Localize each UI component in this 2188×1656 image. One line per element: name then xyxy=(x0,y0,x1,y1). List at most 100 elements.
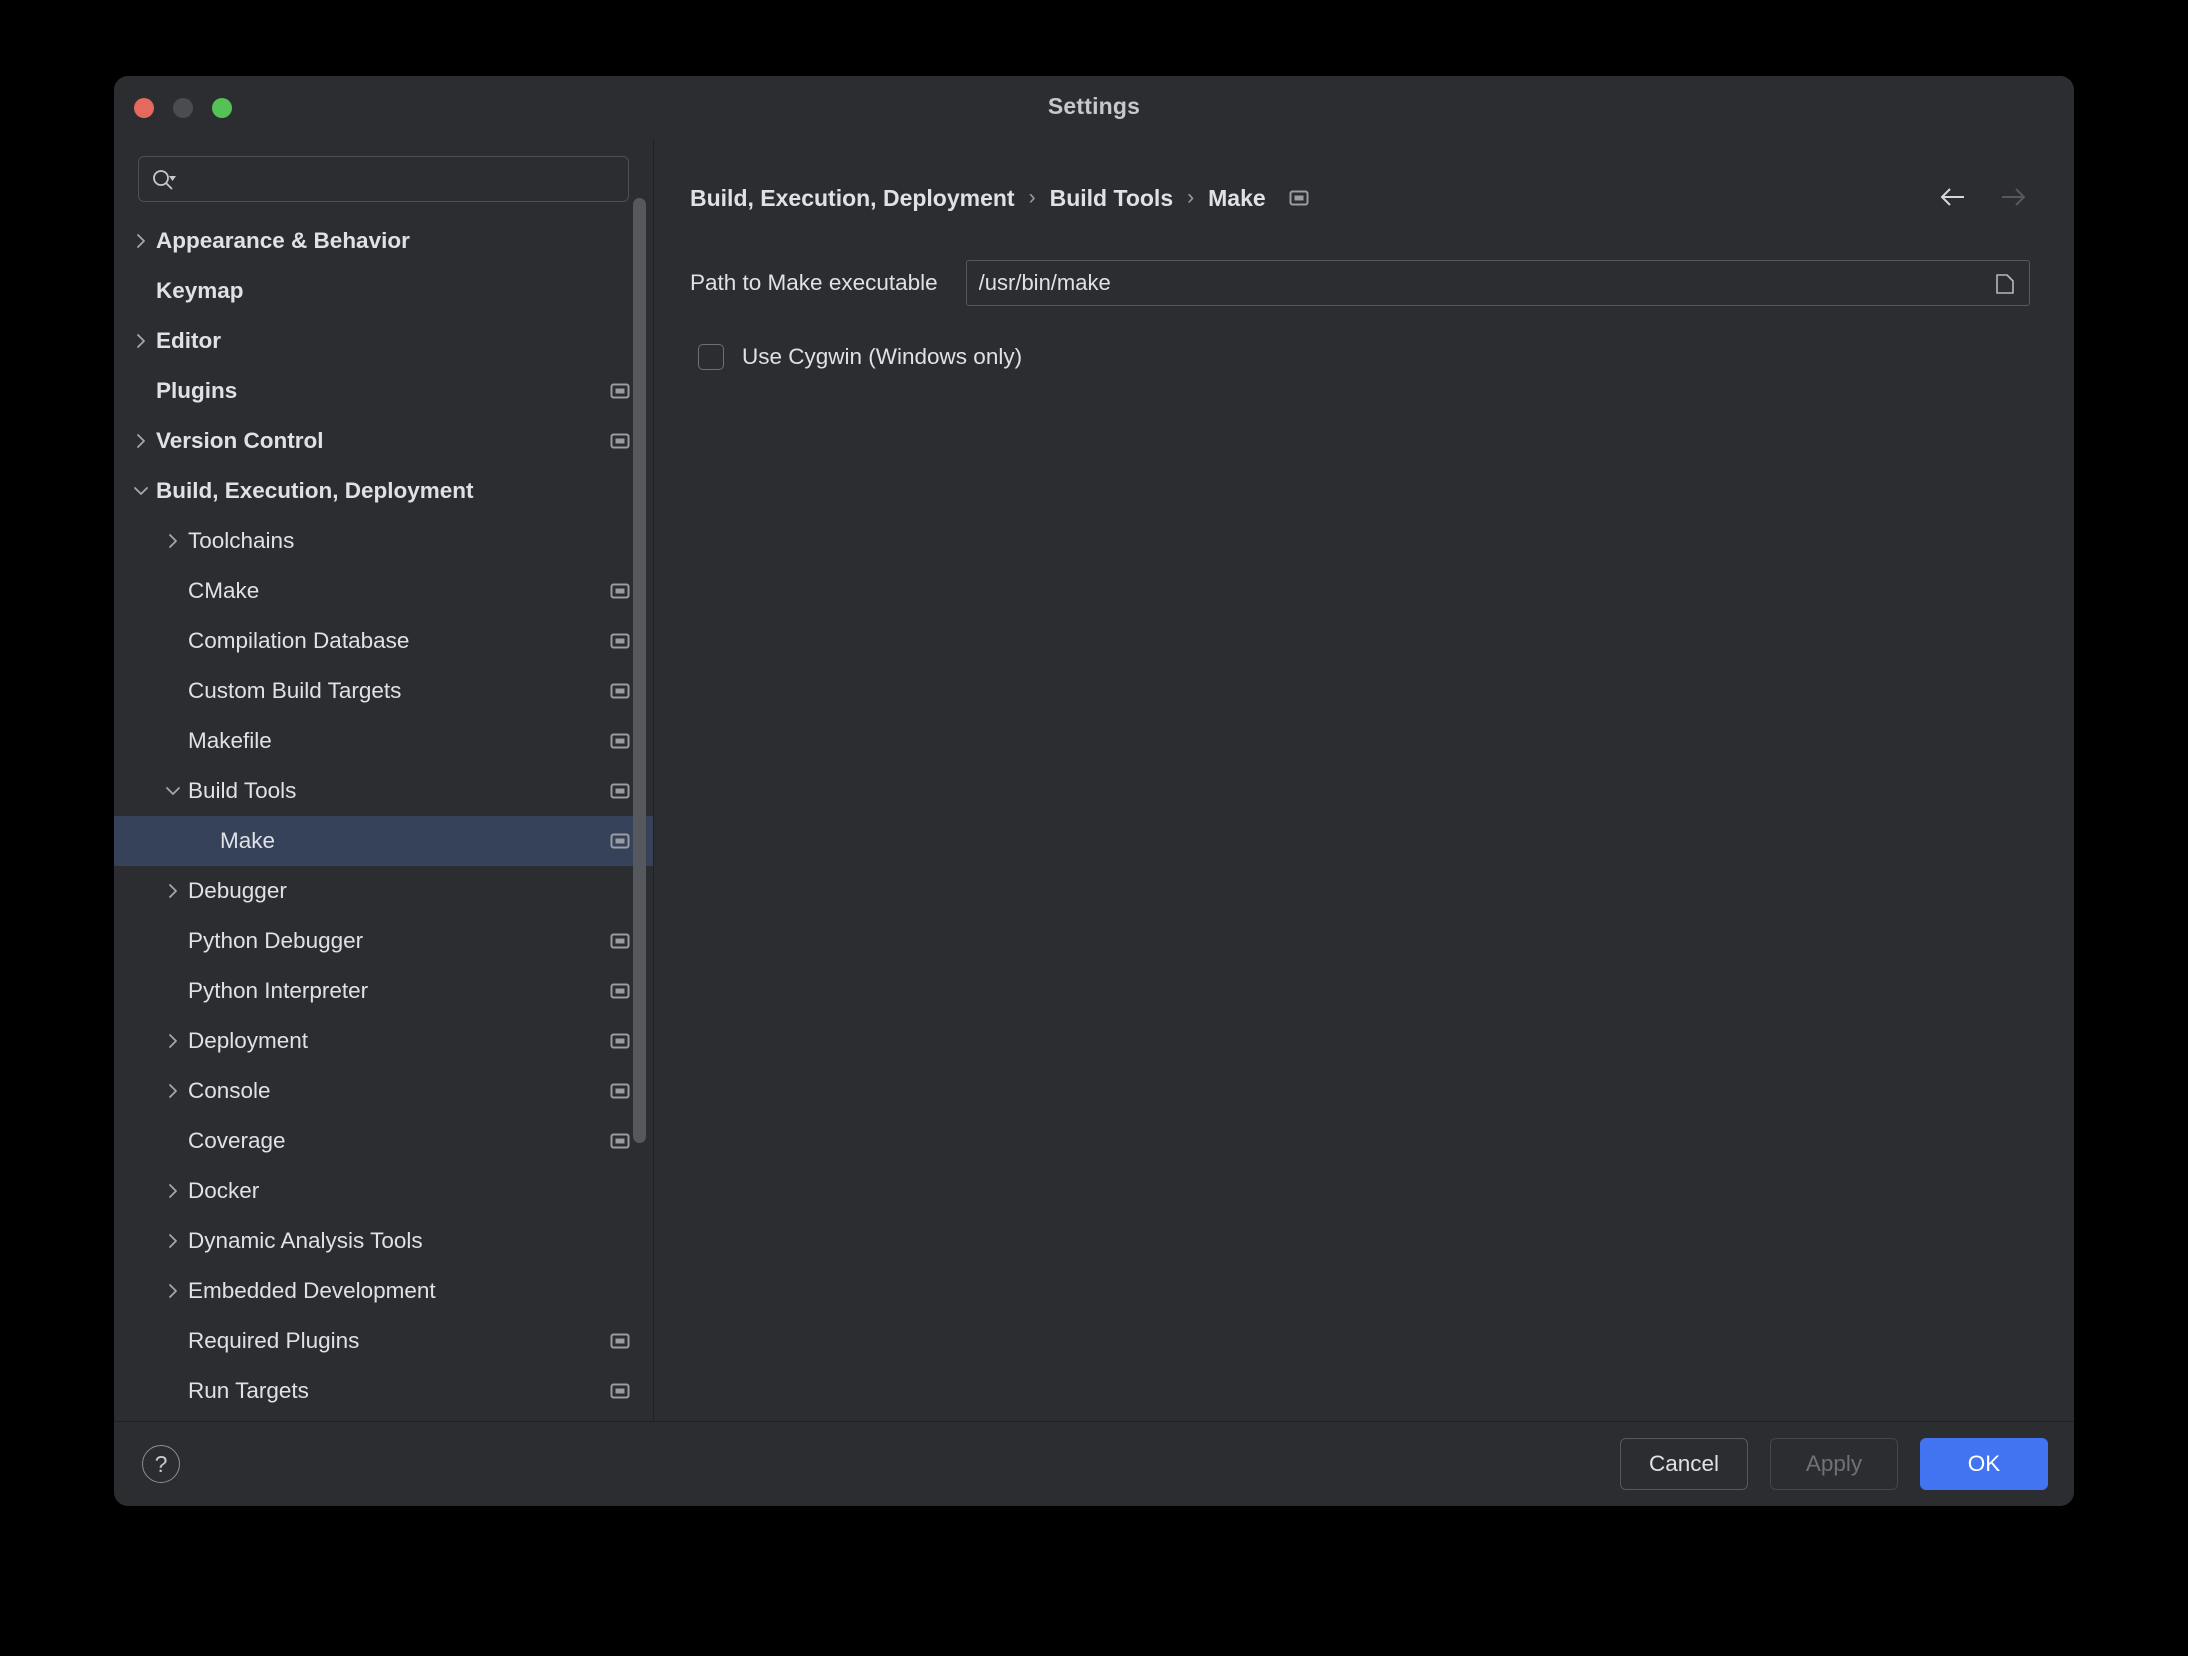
project-scope-badge-icon xyxy=(1288,187,1310,209)
chevron-right-icon[interactable] xyxy=(158,1082,188,1100)
project-scope-badge-icon xyxy=(609,430,631,452)
sidebar-item-label: Debugger xyxy=(188,878,287,903)
sidebar-item-label: Compilation Database xyxy=(188,628,410,653)
path-to-make-input[interactable]: /usr/bin/make xyxy=(965,260,2030,306)
sidebar-item-editor[interactable]: Editor xyxy=(114,316,653,366)
path-to-make-row: Path to Make executable /usr/bin/make xyxy=(690,260,2030,306)
sidebar-item-embedded-development[interactable]: Embedded Development xyxy=(114,1266,653,1316)
sidebar-item-label: Keymap xyxy=(156,278,244,303)
sidebar-item-build-execution-deployment[interactable]: Build, Execution, Deployment xyxy=(114,466,653,516)
sidebar-item-cmake[interactable]: CMake xyxy=(114,566,653,616)
project-scope-badge-icon xyxy=(609,730,631,752)
sidebar-item-python-interpreter[interactable]: Python Interpreter xyxy=(114,966,653,1016)
sidebar-item-console[interactable]: Console xyxy=(114,1066,653,1116)
chevron-right-icon[interactable] xyxy=(158,1232,188,1250)
sidebar-item-appearance-behavior[interactable]: Appearance & Behavior xyxy=(114,216,653,266)
project-scope-badge-icon xyxy=(609,580,631,602)
breadcrumb-item-0[interactable]: Build, Execution, Deployment xyxy=(690,185,1015,212)
use-cygwin-row[interactable]: Use Cygwin (Windows only) xyxy=(698,344,2030,370)
project-scope-badge-icon xyxy=(609,1330,631,1352)
project-scope-badge-icon xyxy=(609,830,631,852)
sidebar-item-build-tools[interactable]: Build Tools xyxy=(114,766,653,816)
sidebar-item-label: Makefile xyxy=(188,728,272,753)
use-cygwin-checkbox[interactable] xyxy=(698,344,724,370)
sidebar-item-label: Version Control xyxy=(156,428,324,453)
sidebar-item-label: Editor xyxy=(156,328,221,353)
ok-button[interactable]: OK xyxy=(1920,1438,2048,1490)
sidebar-item-label: Appearance & Behavior xyxy=(156,228,410,253)
project-scope-badge-icon xyxy=(609,930,631,952)
navigation-arrows xyxy=(1936,180,2030,214)
sidebar-item-label: Make xyxy=(220,828,276,853)
project-scope-badge-icon xyxy=(609,1080,631,1102)
sidebar-item-compilation-database[interactable]: Compilation Database xyxy=(114,616,653,666)
project-scope-badge-icon xyxy=(609,1030,631,1052)
sidebar-item-plugins[interactable]: Plugins xyxy=(114,366,653,416)
breadcrumb: Build, Execution, Deployment › Build Too… xyxy=(690,178,2030,218)
sidebar-item-label: Embedded Development xyxy=(188,1278,436,1303)
chevron-down-icon[interactable] xyxy=(158,782,188,800)
project-scope-badge-icon xyxy=(609,1380,631,1402)
breadcrumb-item-1[interactable]: Build Tools xyxy=(1050,185,1174,212)
sidebar-item-label: Python Interpreter xyxy=(188,978,369,1003)
cancel-button[interactable]: Cancel xyxy=(1620,1438,1748,1490)
sidebar-item-debugger[interactable]: Debugger xyxy=(114,866,653,916)
sidebar-item-dynamic-analysis-tools[interactable]: Dynamic Analysis Tools xyxy=(114,1216,653,1266)
breadcrumb-item-2[interactable]: Make xyxy=(1208,185,1266,212)
sidebar-item-label: Dynamic Analysis Tools xyxy=(188,1228,423,1253)
sidebar-item-docker[interactable]: Docker xyxy=(114,1166,653,1216)
sidebar-item-label: Build, Execution, Deployment xyxy=(156,478,474,503)
sidebar-item-python-debugger[interactable]: Python Debugger xyxy=(114,916,653,966)
sidebar-item-version-control[interactable]: Version Control xyxy=(114,416,653,466)
project-scope-badge-icon xyxy=(609,680,631,702)
dialog-body: Appearance & Behavior Keymap Editor Plugins… xyxy=(114,138,2074,1422)
sidebar-item-label: Toolchains xyxy=(188,528,295,553)
folder-icon[interactable] xyxy=(1993,272,2017,296)
settings-sidebar: Appearance & Behavior Keymap Editor Plugins… xyxy=(114,138,654,1421)
sidebar-item-label: Build Tools xyxy=(188,778,297,803)
sidebar-item-label: Run Targets xyxy=(188,1378,309,1403)
search-icon xyxy=(151,168,177,192)
path-to-make-label: Path to Make executable xyxy=(690,270,938,295)
path-to-make-value: /usr/bin/make xyxy=(978,270,1111,295)
chevron-right-icon[interactable] xyxy=(158,1032,188,1050)
use-cygwin-label: Use Cygwin (Windows only) xyxy=(742,344,1023,369)
sidebar-item-label: Deployment xyxy=(188,1028,309,1053)
project-scope-badge-icon xyxy=(609,780,631,802)
sidebar-item-makefile[interactable]: Makefile xyxy=(114,716,653,766)
sidebar-item-toolchains[interactable]: Toolchains xyxy=(114,516,653,566)
chevron-right-icon[interactable] xyxy=(126,332,156,350)
sidebar-item-custom-build-targets[interactable]: Custom Build Targets xyxy=(114,666,653,716)
sidebar-item-coverage[interactable]: Coverage xyxy=(114,1116,653,1166)
sidebar-item-label: CMake xyxy=(188,578,260,603)
chevron-right-icon[interactable] xyxy=(126,432,156,450)
project-scope-badge-icon xyxy=(609,1130,631,1152)
sidebar-item-label: Custom Build Targets xyxy=(188,678,402,703)
settings-tree[interactable]: Appearance & Behavior Keymap Editor Plugins… xyxy=(114,210,653,1421)
sidebar-scrollbar[interactable] xyxy=(633,198,646,1143)
search-input[interactable] xyxy=(138,156,629,202)
sidebar-item-label: Docker xyxy=(188,1178,260,1203)
sidebar-item-make[interactable]: Make xyxy=(114,816,653,866)
sidebar-item-deployment[interactable]: Deployment xyxy=(114,1016,653,1066)
sidebar-item-label: Console xyxy=(188,1078,271,1103)
sidebar-item-required-plugins[interactable]: Required Plugins xyxy=(114,1316,653,1366)
window-title: Settings xyxy=(1047,93,1141,119)
sidebar-item-keymap[interactable]: Keymap xyxy=(114,266,653,316)
search-container xyxy=(114,138,653,210)
project-scope-badge-icon xyxy=(609,980,631,1002)
sidebar-item-run-targets[interactable]: Run Targets xyxy=(114,1366,653,1416)
forward-arrow-icon xyxy=(1996,180,2030,214)
chevron-right-icon[interactable] xyxy=(158,532,188,550)
settings-dialog-window: Settings Appearance & Behavior Keymap Edit… xyxy=(114,76,2074,1506)
project-scope-badge-icon xyxy=(609,380,631,402)
chevron-right-icon[interactable] xyxy=(158,882,188,900)
chevron-right-icon[interactable] xyxy=(126,232,156,250)
dialog-footer: ? Cancel Apply OK xyxy=(114,1422,2074,1506)
chevron-right-icon[interactable] xyxy=(158,1282,188,1300)
chevron-right-icon[interactable] xyxy=(158,1182,188,1200)
sidebar-item-label: Required Plugins xyxy=(188,1328,360,1353)
back-arrow-icon[interactable] xyxy=(1936,180,1970,214)
help-button[interactable]: ? xyxy=(142,1445,180,1483)
chevron-down-icon[interactable] xyxy=(126,482,156,500)
